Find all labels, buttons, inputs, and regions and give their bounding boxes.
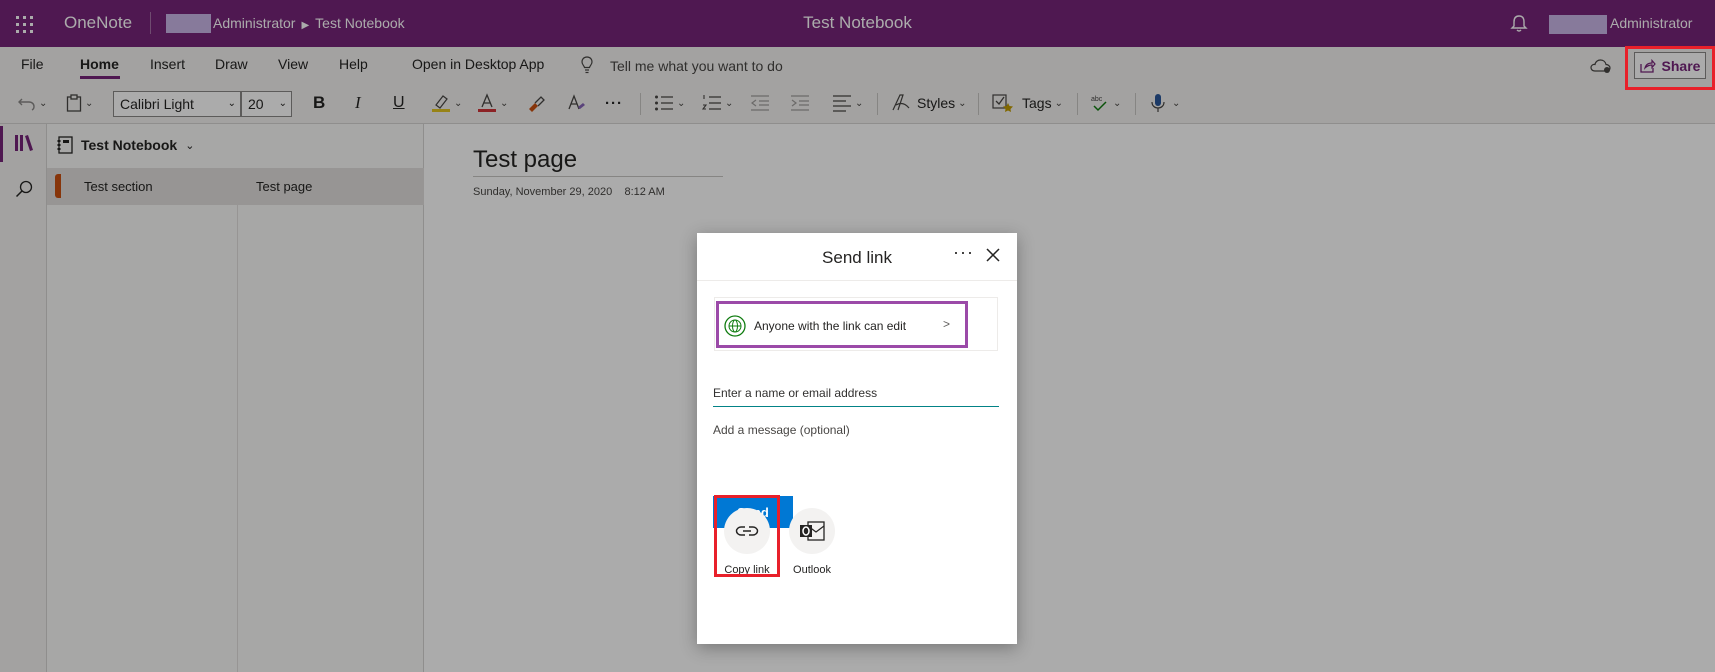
message-input[interactable] bbox=[713, 423, 999, 473]
outlook-icon bbox=[800, 521, 825, 541]
permission-highlight-box bbox=[716, 301, 968, 348]
outlook-icon-circle bbox=[789, 508, 835, 554]
outlook-button[interactable]: Outlook bbox=[782, 498, 842, 588]
more-options-button[interactable]: ··· bbox=[953, 242, 974, 263]
close-icon[interactable] bbox=[985, 247, 1001, 263]
share-highlight-box bbox=[1625, 46, 1715, 90]
outlook-label: Outlook bbox=[793, 564, 831, 576]
recipient-input[interactable] bbox=[713, 379, 999, 407]
copy-link-highlight-box bbox=[714, 495, 780, 577]
dialog-header: Send link ··· bbox=[697, 233, 1017, 281]
send-link-dialog: Send link ··· Anyone with the link can e… bbox=[697, 233, 1017, 644]
